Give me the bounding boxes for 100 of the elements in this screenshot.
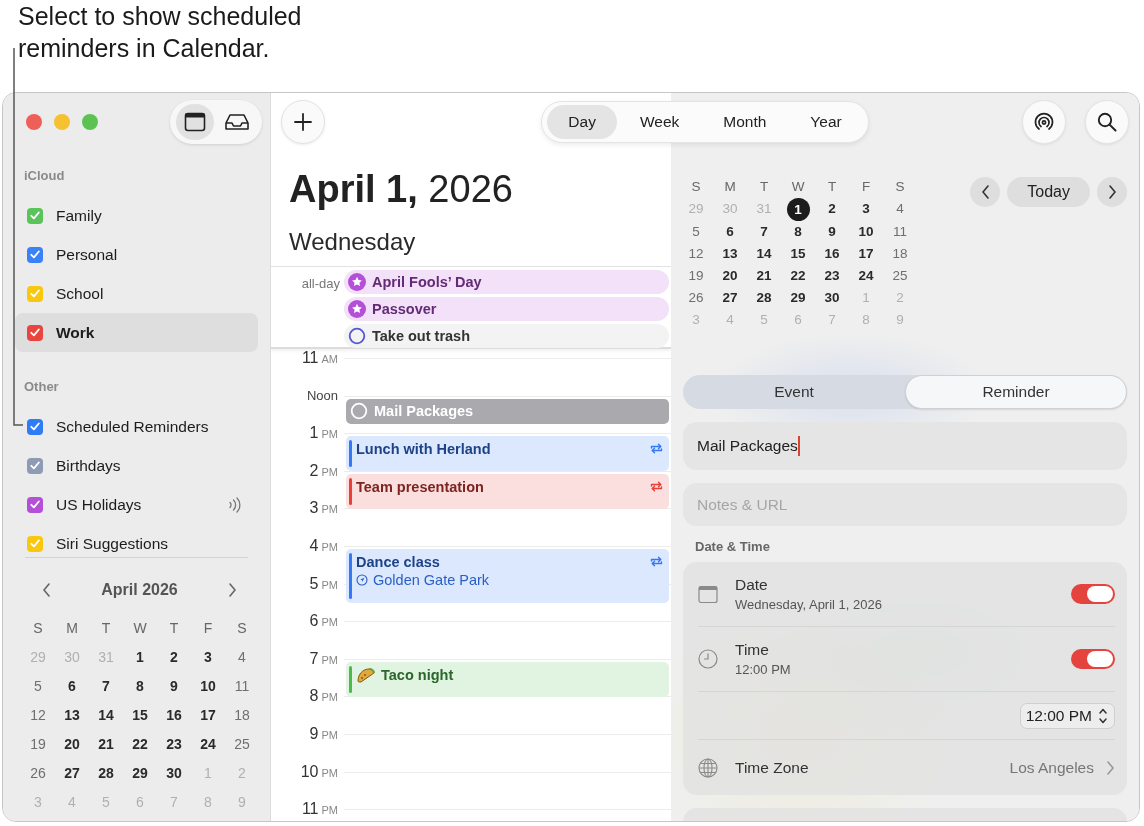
calendar-day[interactable]: 14 — [747, 243, 781, 265]
event-block[interactable]: Taco night — [346, 661, 669, 697]
calendar-day[interactable]: 6 — [713, 221, 747, 243]
calendar-day[interactable]: 17 — [849, 243, 883, 265]
event-block[interactable]: Lunch with Herland — [346, 436, 669, 472]
checkbox[interactable] — [27, 535, 43, 552]
title-field[interactable]: Mail Packages — [683, 422, 1127, 470]
calendar-day[interactable]: 9 — [157, 672, 191, 701]
checkbox[interactable] — [27, 246, 43, 263]
calendar-day[interactable]: 11 — [225, 672, 259, 701]
calendar-row[interactable]: Siri Suggestions — [15, 524, 258, 555]
checkbox[interactable] — [27, 457, 43, 474]
calendar-day[interactable]: 8 — [123, 672, 157, 701]
calendar-day[interactable]: 4 — [883, 198, 917, 220]
calendar-day[interactable]: 29 — [123, 759, 157, 788]
today-button[interactable]: Today — [1007, 177, 1090, 207]
view-tab[interactable]: Week — [618, 105, 701, 139]
checkbox[interactable] — [27, 496, 43, 513]
calendar-day[interactable]: 5 — [679, 221, 713, 243]
calendar-day[interactable]: 20 — [55, 730, 89, 759]
checkbox[interactable] — [27, 207, 43, 224]
calendar-day[interactable]: 12 — [679, 243, 713, 265]
calendar-day[interactable]: 23 — [815, 265, 849, 287]
calendar-day[interactable]: 26 — [679, 287, 713, 309]
calendar-day[interactable]: 17 — [191, 701, 225, 730]
event-block[interactable]: Dance class Golden Gate Park — [346, 548, 669, 603]
checkbox[interactable] — [27, 324, 43, 341]
calendar-day[interactable]: 3 — [849, 198, 883, 220]
calendar-day[interactable]: 15 — [123, 701, 157, 730]
calendar-day[interactable]: 20 — [713, 265, 747, 287]
type-tab[interactable]: Reminder — [905, 375, 1127, 409]
toggle-switch[interactable] — [1071, 649, 1115, 669]
calendar-day[interactable]: 25 — [225, 730, 259, 759]
calendar-day[interactable]: 9 — [815, 221, 849, 243]
notes-field[interactable]: Notes & URL — [683, 483, 1127, 526]
calendar-day[interactable]: 1 — [786, 198, 810, 221]
calendar-day[interactable]: 27 — [713, 287, 747, 309]
close-button[interactable] — [26, 114, 42, 130]
all-day-event[interactable]: Passover — [344, 297, 669, 321]
view-tab[interactable]: Year — [789, 105, 863, 139]
calendar-day[interactable]: 27 — [55, 759, 89, 788]
checkbox[interactable] — [27, 285, 43, 302]
type-tab[interactable]: Event — [683, 375, 905, 409]
all-day-reminder[interactable]: Take out trash — [344, 324, 669, 348]
calendar-day[interactable]: 2 — [157, 643, 191, 672]
calendar-day[interactable]: 23 — [157, 730, 191, 759]
calendar-day[interactable]: 5 — [21, 672, 55, 701]
calendar-day[interactable]: 13 — [713, 243, 747, 265]
calendar-row[interactable]: Personal — [15, 235, 258, 274]
calendar-day[interactable]: 30 — [157, 759, 191, 788]
view-tab[interactable]: Month — [702, 105, 788, 139]
time-stepper[interactable]: 12:00 PM — [1019, 702, 1115, 729]
all-day-event[interactable]: April Fools’ Day — [344, 270, 669, 294]
time-zone-value[interactable]: Los Angeles — [1009, 758, 1094, 777]
next-button[interactable] — [1097, 177, 1127, 207]
calendar-day[interactable]: 30 — [815, 287, 849, 309]
calendar-day[interactable]: 1 — [123, 643, 157, 672]
calendar-day[interactable]: 10 — [191, 672, 225, 701]
calendar-day[interactable]: 6 — [55, 672, 89, 701]
calendar-day[interactable]: 16 — [157, 701, 191, 730]
calendar-day[interactable]: 4 — [225, 643, 259, 672]
calendar-day[interactable]: 7 — [747, 221, 781, 243]
calendar-day[interactable]: 22 — [123, 730, 157, 759]
circle-icon[interactable] — [348, 327, 366, 345]
event-block[interactable]: Team presentation — [346, 473, 669, 509]
calendar-day[interactable]: 18 — [225, 701, 259, 730]
calendar-day[interactable]: 24 — [849, 265, 883, 287]
calendar-day[interactable]: 26 — [21, 759, 55, 788]
calendar-row[interactable]: Scheduled Reminders — [15, 407, 258, 446]
calendar-day[interactable]: 11 — [883, 221, 917, 243]
calendar-day[interactable]: 28 — [89, 759, 123, 788]
calendar-day[interactable]: 10 — [849, 221, 883, 243]
calendar-day[interactable]: 2 — [815, 198, 849, 220]
calendar-day[interactable]: 8 — [781, 221, 815, 243]
calendar-day[interactable]: 19 — [679, 265, 713, 287]
calendar-day[interactable]: 7 — [89, 672, 123, 701]
calendar-day[interactable]: 25 — [883, 265, 917, 287]
view-tab[interactable]: Day — [547, 105, 617, 139]
calendar-row[interactable]: US Holidays — [15, 485, 258, 524]
calendar-row[interactable]: Family — [15, 196, 258, 235]
calendar-day[interactable]: 15 — [781, 243, 815, 265]
calendar-day[interactable]: 16 — [815, 243, 849, 265]
calendar-day[interactable]: 14 — [89, 701, 123, 730]
checkbox[interactable] — [27, 418, 43, 435]
toggle-switch[interactable] — [1071, 584, 1115, 604]
calendar-day[interactable]: 21 — [89, 730, 123, 759]
view-button[interactable] — [176, 104, 214, 140]
calendar-row[interactable]: Work — [15, 313, 258, 352]
calendar-row[interactable]: School — [15, 274, 258, 313]
calendar-day[interactable]: 18 — [883, 243, 917, 265]
calendar-day[interactable]: 29 — [781, 287, 815, 309]
calendar-day[interactable]: 3 — [191, 643, 225, 672]
calendar-day[interactable]: 13 — [55, 701, 89, 730]
calendar-day[interactable]: 28 — [747, 287, 781, 309]
calendar-day[interactable]: 21 — [747, 265, 781, 287]
calendar-row[interactable]: Birthdays — [15, 446, 258, 485]
calendar-day[interactable]: 24 — [191, 730, 225, 759]
calendar-day[interactable]: 22 — [781, 265, 815, 287]
calendar-day[interactable]: 12 — [21, 701, 55, 730]
calendar-day[interactable]: 19 — [21, 730, 55, 759]
